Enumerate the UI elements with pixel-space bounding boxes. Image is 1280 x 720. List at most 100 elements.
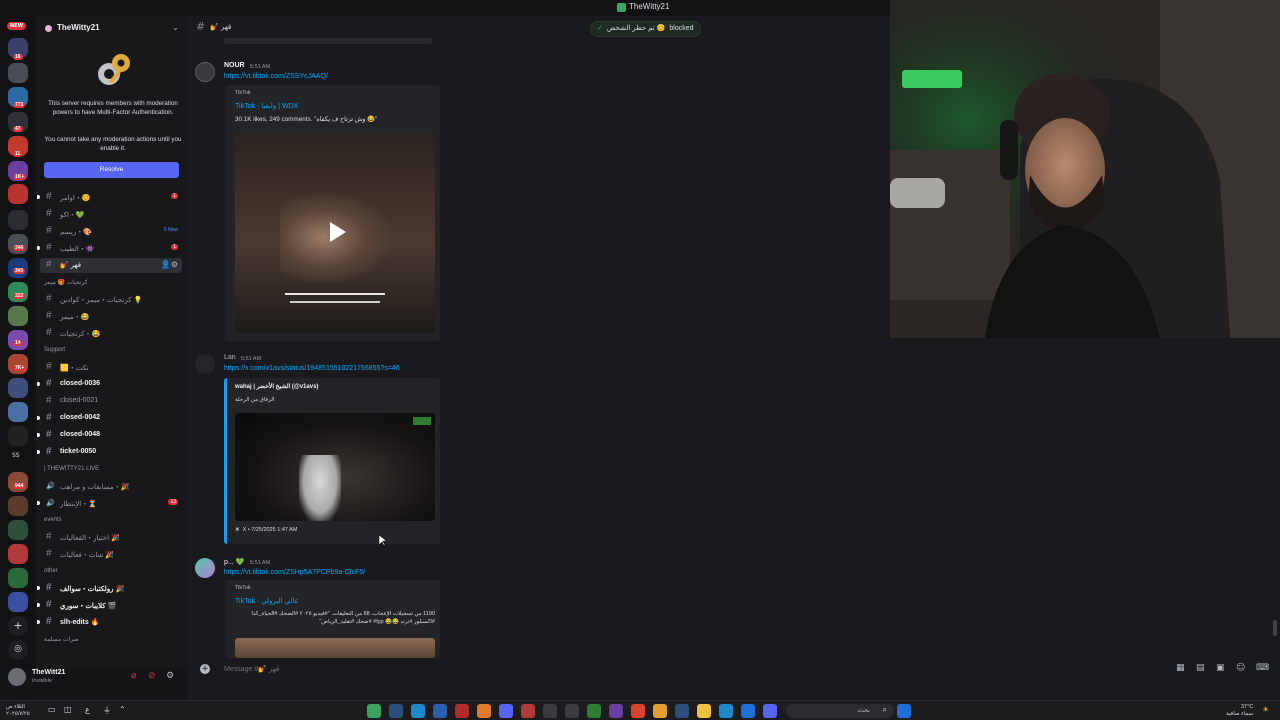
server-icon[interactable] <box>8 378 28 398</box>
avatar[interactable] <box>8 668 26 686</box>
channel-settings-icon[interactable]: 👤⚙ <box>161 260 178 269</box>
mic-icon[interactable]: ⏚ <box>103 705 111 716</box>
message-link[interactable]: https://vt.tiktok.com/ZSSYcJAAQ/ <box>224 73 328 80</box>
chevron-up-icon[interactable]: ⌃ <box>119 705 126 714</box>
server-icon[interactable] <box>8 234 28 254</box>
server-folder-label[interactable]: SS <box>12 452 20 459</box>
avatar[interactable] <box>195 354 215 374</box>
channel-item[interactable]: # closed-0042 <box>37 411 182 426</box>
app-icon[interactable] <box>521 704 535 718</box>
app-icon[interactable] <box>543 704 557 718</box>
video-thumbnail[interactable] <box>235 133 435 333</box>
channel-item[interactable]: # اوامر・😊 1 <box>37 190 182 205</box>
video-thumbnail[interactable] <box>235 638 435 658</box>
channel-item[interactable]: # اكو・💚 <box>40 207 182 222</box>
steam-icon[interactable] <box>389 704 403 718</box>
message-author[interactable]: Lan <box>224 354 236 361</box>
app-icon[interactable] <box>411 704 425 718</box>
app-icon[interactable] <box>433 704 447 718</box>
channel-item[interactable]: # closed-0048 <box>37 428 182 443</box>
folder-icon[interactable] <box>697 704 711 718</box>
channel-category[interactable]: events <box>44 517 62 523</box>
add-attachment-icon[interactable]: + <box>200 664 210 674</box>
server-icon[interactable] <box>8 210 28 230</box>
message-author[interactable]: NOUR <box>224 62 245 69</box>
embed-image[interactable] <box>235 413 435 521</box>
gift-icon[interactable]: ▦ <box>1176 663 1185 673</box>
app-icon[interactable] <box>609 704 623 718</box>
guild-header[interactable]: TheWitty21 ⌄ <box>36 20 188 38</box>
gif-icon[interactable]: ▤ <box>1196 663 1205 673</box>
channel-category[interactable]: صرات مسلمة <box>44 636 79 643</box>
language-indicator[interactable]: ع <box>85 705 90 714</box>
server-icon[interactable] <box>8 63 28 83</box>
sticker-icon[interactable]: ▣ <box>1216 663 1225 673</box>
discover-icon[interactable]: ◎ <box>8 640 28 660</box>
channel-item[interactable]: # اختيار・الفعاليات 🎉 <box>40 530 182 545</box>
channel-item[interactable]: # slh-edits 🔥 <box>37 615 182 630</box>
message-input[interactable]: Message #💅 قهر <box>224 665 279 673</box>
channel-item[interactable]: # الطيب・👾 1 <box>37 241 182 256</box>
channel-item[interactable]: # شات・فعاليات 🎉 <box>40 547 182 562</box>
avatar[interactable] <box>195 558 215 578</box>
windows-start-icon[interactable] <box>897 704 911 718</box>
network-icon[interactable]: ▭ <box>48 705 56 714</box>
app-icon[interactable] <box>455 704 469 718</box>
resolve-button[interactable]: Resolve <box>44 162 179 178</box>
channel-item[interactable]: # كلايبات・سوري 🎬 <box>37 598 182 613</box>
channel-item[interactable]: # 🟨・تكت <box>40 360 182 375</box>
add-server-icon[interactable]: + <box>8 616 28 636</box>
channel-item[interactable]: 🔊 الإنتظار・⏳ 13 <box>37 496 182 511</box>
embed-author[interactable]: wahaj | الشيخ الأخضر (@v1avs) <box>235 383 318 390</box>
channel-item[interactable]: # ريسم・🎨 5 New <box>40 224 182 239</box>
channel-item[interactable]: # ميمز・😂 <box>40 309 182 324</box>
headphones-muted-icon[interactable]: ⊘ <box>148 671 156 681</box>
server-icon[interactable] <box>8 402 28 422</box>
server-icon[interactable] <box>8 426 28 446</box>
chrome-icon[interactable] <box>653 704 667 718</box>
server-icon[interactable] <box>8 520 28 540</box>
server-icon[interactable] <box>8 306 28 326</box>
chevron-down-icon[interactable]: ⌄ <box>172 23 179 32</box>
server-icon[interactable] <box>8 496 28 516</box>
channel-item[interactable]: # ticket-0050 <box>37 445 182 460</box>
app-icon[interactable] <box>741 704 755 718</box>
discord-icon[interactable] <box>499 704 513 718</box>
server-icon[interactable] <box>8 354 28 374</box>
channel-item[interactable]: # رولكتبات・سوالف 🎉 <box>37 581 182 596</box>
channel-item[interactable]: # كرنجيات・ميمز・كوادين 💡 <box>40 292 182 307</box>
server-icon[interactable] <box>8 544 28 564</box>
taskbar-search[interactable]: بحث ⌕ <box>786 704 894 718</box>
server-icon[interactable] <box>8 592 28 612</box>
speaker-icon[interactable]: ◫ <box>64 705 72 714</box>
message-link[interactable]: https://x.com/v1avs/status/1948515510221… <box>224 365 400 372</box>
emoji-icon[interactable]: ☺ <box>1236 663 1245 673</box>
scrollbar-thumb[interactable] <box>1273 620 1277 636</box>
embed-title[interactable]: TikTok · عالي البرولي <box>235 597 299 605</box>
avatar[interactable] <box>195 62 215 82</box>
channel-category[interactable]: | THEWITTY21 LIVE <box>44 466 99 472</box>
apps-icon[interactable]: ⌨ <box>1256 663 1269 673</box>
app-icon[interactable] <box>587 704 601 718</box>
gear-icon[interactable]: ⚙ <box>166 671 174 681</box>
steam-icon[interactable] <box>675 704 689 718</box>
channel-item[interactable]: # كرنجيات・😂 <box>40 326 182 341</box>
channel-category[interactable]: other <box>44 568 58 574</box>
server-icon[interactable] <box>8 472 28 492</box>
channel-category[interactable]: كرنجيات 🎁 ميمز <box>44 279 88 286</box>
firefox-icon[interactable] <box>631 704 645 718</box>
embed-title[interactable]: TikTok · وايفيا | WDX <box>235 102 298 110</box>
channel-item[interactable]: 🔊 مسابقات و مراهب・🎉 <box>40 479 182 494</box>
weather-widget[interactable]: 37°C سماء صافية <box>1226 704 1253 718</box>
discord-icon[interactable] <box>763 704 777 718</box>
server-icon[interactable] <box>8 282 28 302</box>
message-author[interactable]: p... 💚 <box>224 558 244 566</box>
edge-icon[interactable] <box>719 704 733 718</box>
message-link[interactable]: https://vt.tiktok.com/ZSHp5A7PCPb9a-GlcF… <box>224 569 365 576</box>
server-icon[interactable] <box>8 184 28 204</box>
app-icon[interactable] <box>477 704 491 718</box>
channel-item[interactable]: # closed-0021 <box>40 394 182 409</box>
app-icon[interactable] <box>565 704 579 718</box>
channel-item[interactable]: # closed-0036 <box>37 377 182 392</box>
server-icon[interactable] <box>8 568 28 588</box>
